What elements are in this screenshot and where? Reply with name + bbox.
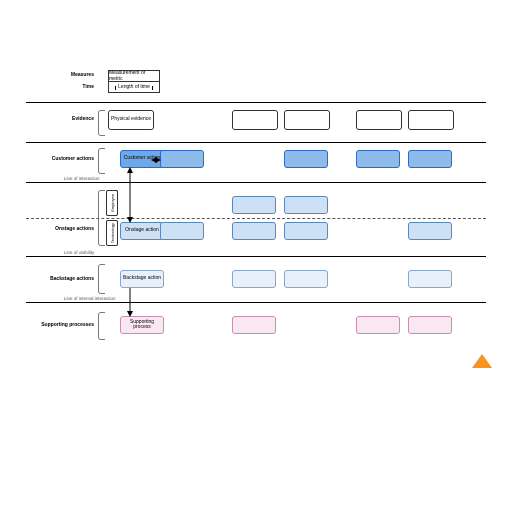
watermark-triangle-icon xyxy=(468,352,496,372)
bracket-support xyxy=(98,312,105,340)
customer-box-5 xyxy=(408,150,452,168)
vertical-employee: Employee xyxy=(106,190,118,216)
measurement-box: Measurement or metric Length of time xyxy=(108,70,160,93)
evidence-box-3 xyxy=(284,110,330,130)
onstage1-box-2 xyxy=(232,196,276,214)
onstage2-box-5 xyxy=(408,222,452,240)
lane-label-onstage: Onstage actions xyxy=(26,226,94,232)
support-box-4 xyxy=(356,316,400,334)
line-of-internal-interaction xyxy=(26,302,486,303)
lane-label-backstage: Backstage actions xyxy=(26,276,94,282)
onstage1-box-3 xyxy=(284,196,328,214)
customer-box-1 xyxy=(160,150,204,168)
lane-label-evidence: Evidence xyxy=(26,116,94,122)
evidence-box-5 xyxy=(408,110,454,130)
line-of-interaction xyxy=(26,182,486,183)
lane-label-support: Supporting processes xyxy=(26,322,94,328)
measures-label: Measures xyxy=(26,72,94,78)
measurement-metric-cell: Measurement or metric xyxy=(109,71,159,82)
vertical-technology: Technology xyxy=(106,220,118,246)
lane-label-customer: Customer actions xyxy=(26,156,94,162)
time-cell: Length of time xyxy=(109,82,159,92)
onstage2-box-3 xyxy=(284,222,328,240)
divider-onstage-dashed xyxy=(26,218,486,219)
customer-box-4 xyxy=(356,150,400,168)
backstage-box-5 xyxy=(408,270,452,288)
onstage2-box-2 xyxy=(232,222,276,240)
bracket-customer xyxy=(98,148,105,174)
onstage2-box-0: Onstage action xyxy=(120,222,164,240)
subtitle-internal: Line of internal interaction xyxy=(64,296,116,301)
divider-evidence xyxy=(26,142,486,143)
line-of-visibility xyxy=(26,256,486,257)
support-box-5 xyxy=(408,316,452,334)
subtitle-interaction: Line of interaction xyxy=(64,176,100,181)
bracket-backstage xyxy=(98,264,105,294)
divider-top xyxy=(26,102,486,103)
evidence-box-4 xyxy=(356,110,402,130)
bracket-evidence xyxy=(98,110,105,136)
backstage-box-3 xyxy=(284,270,328,288)
subtitle-visibility: Line of visibility xyxy=(64,250,94,255)
bracket-onstage xyxy=(98,190,105,246)
onstage2-box-1 xyxy=(160,222,204,240)
backstage-box-0: Backstage action xyxy=(120,270,164,288)
customer-box-0: Customer action xyxy=(120,150,164,168)
time-label: Time xyxy=(26,84,94,90)
backstage-box-2 xyxy=(232,270,276,288)
support-box-0: Supporting process xyxy=(120,316,164,334)
support-box-2 xyxy=(232,316,276,334)
evidence-box-0: Physical evidence xyxy=(108,110,154,130)
customer-box-3 xyxy=(284,150,328,168)
evidence-box-2 xyxy=(232,110,278,130)
